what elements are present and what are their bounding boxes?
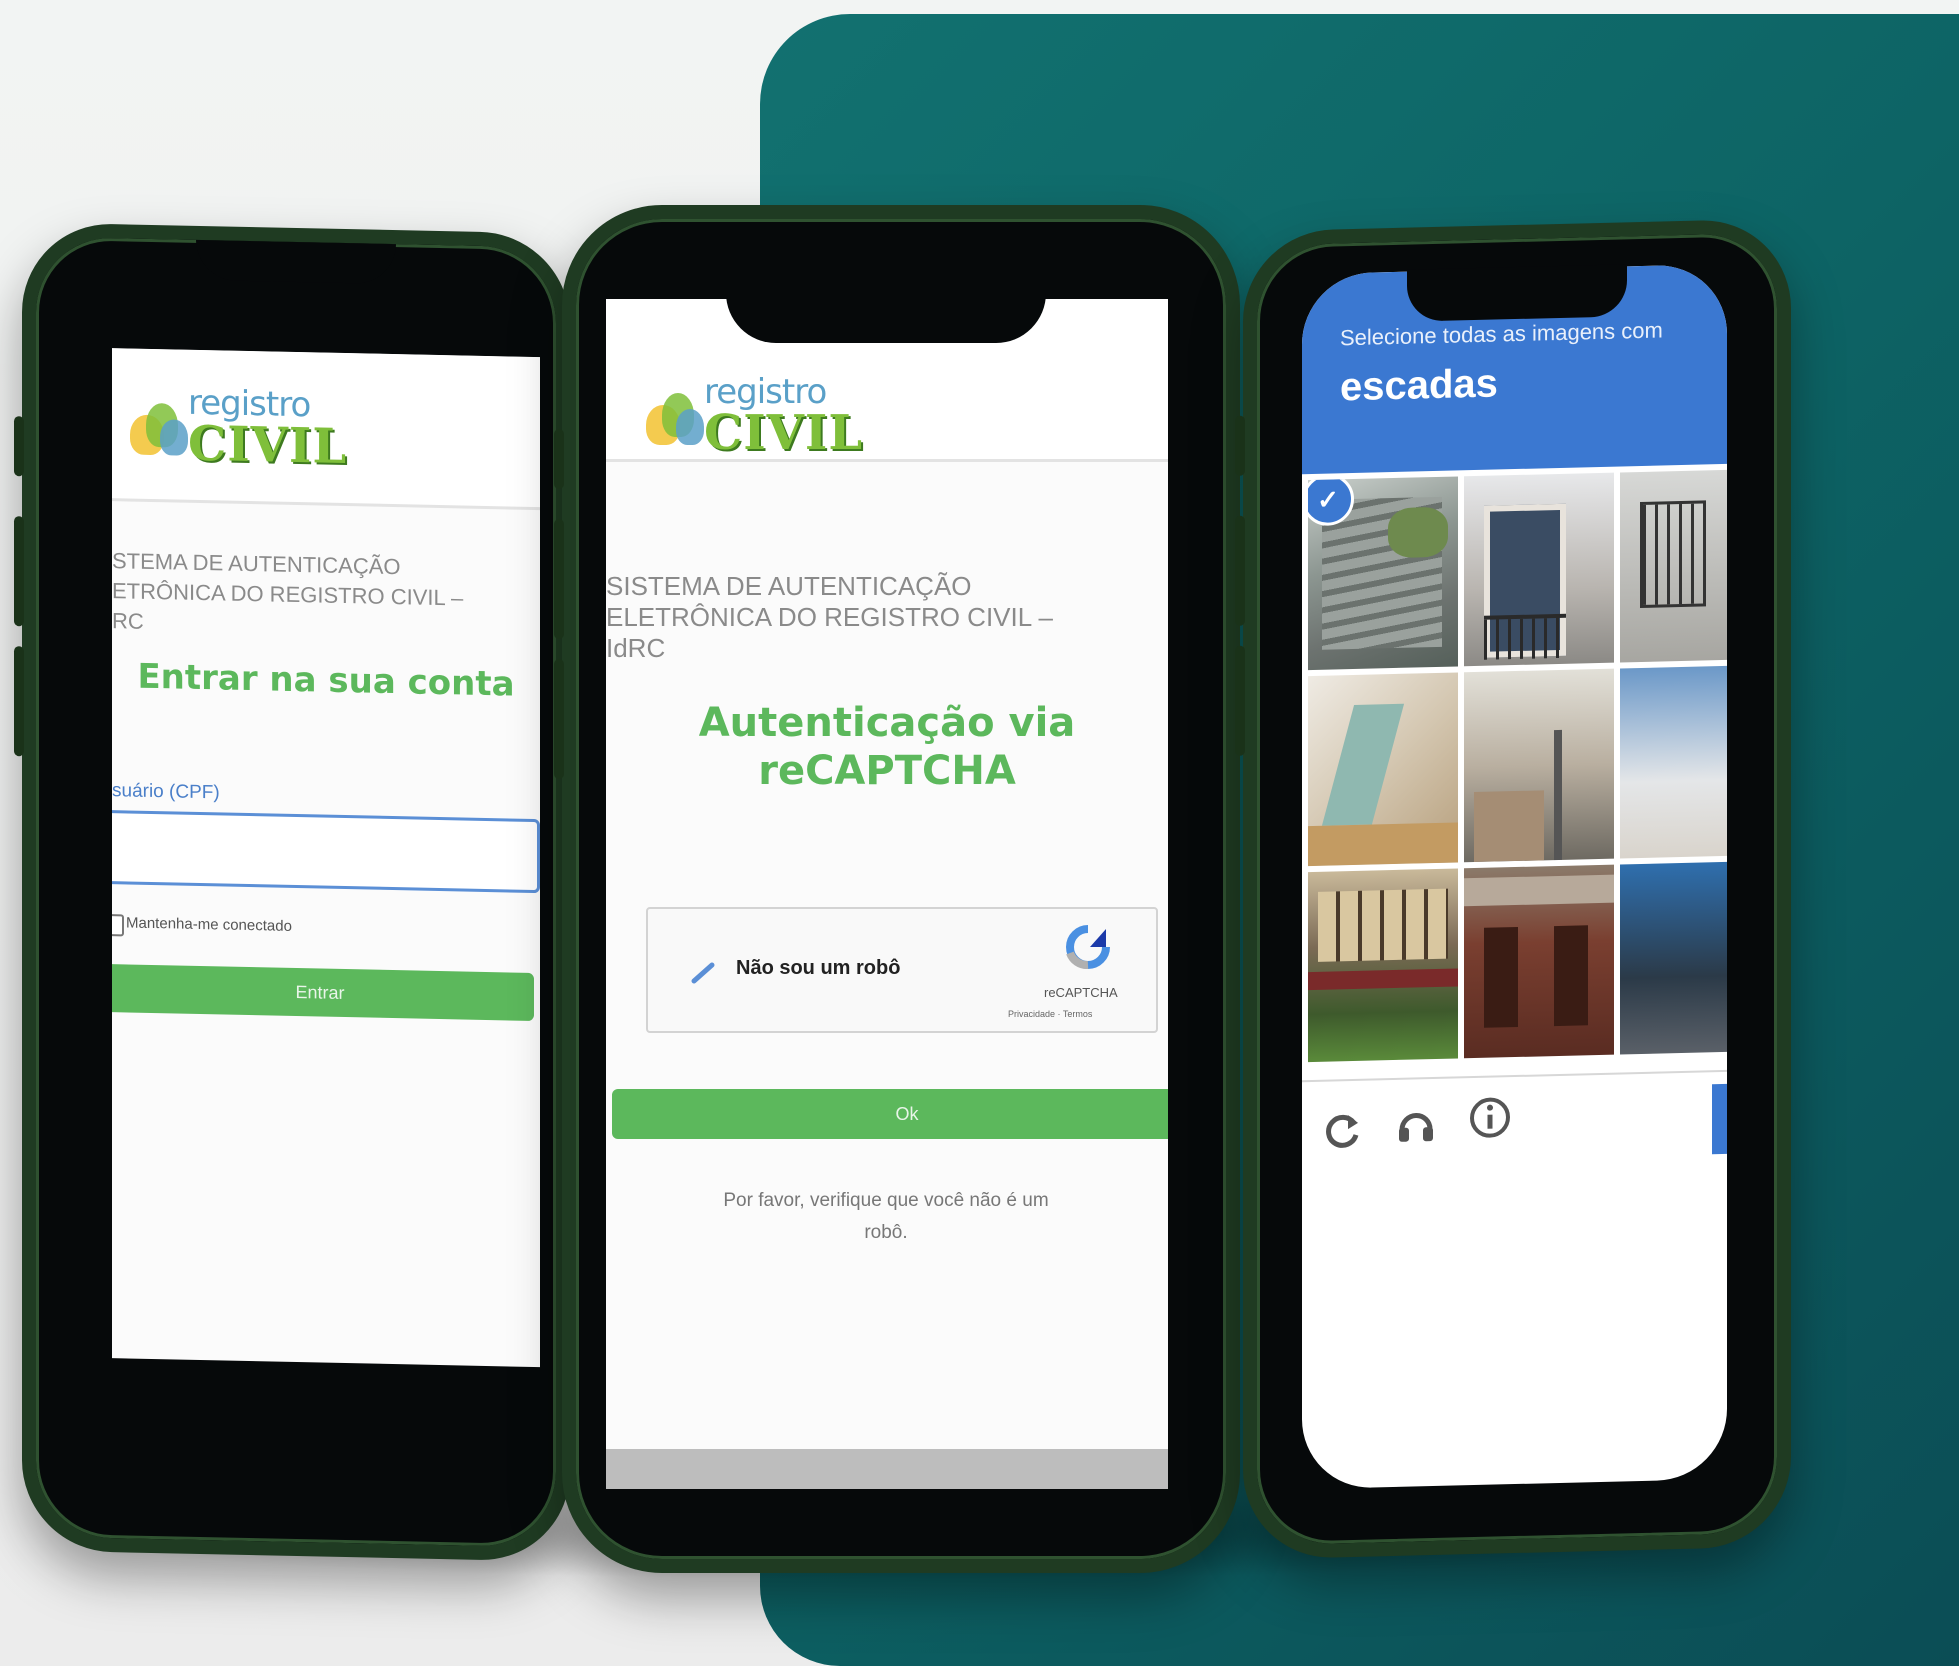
- phone-notch: [726, 257, 1046, 343]
- phone-volume-down: [1235, 645, 1245, 756]
- captcha-image-grid: ✓: [1308, 468, 1727, 1063]
- recaptcha-widget: Não sou um robô reCAPTCHA Privacidade · …: [646, 907, 1158, 1033]
- captcha-tile[interactable]: [1464, 668, 1614, 863]
- captcha-target-word: escadas: [1340, 361, 1498, 410]
- logo-text-top: registro: [704, 372, 827, 412]
- recaptcha-label: Não sou um robô: [736, 957, 901, 979]
- ok-button[interactable]: Ok: [612, 1089, 1168, 1139]
- headphones-icon[interactable]: [1394, 1101, 1438, 1146]
- phone-mute-switch: [14, 416, 24, 477]
- phone-volume-down: [554, 659, 564, 779]
- phone-mute-switch: [554, 429, 564, 489]
- captcha-tile[interactable]: [1464, 864, 1614, 1059]
- hands-logo-icon: [126, 396, 196, 467]
- info-icon[interactable]: [1468, 1095, 1512, 1140]
- captcha-tile[interactable]: [1308, 672, 1458, 867]
- captcha-tile[interactable]: [1620, 468, 1727, 663]
- system-title: STEMA DE AUTENTICAÇÃO ETRÔNICA DO REGIST…: [112, 548, 464, 634]
- captcha-footer-divider: [1302, 1069, 1727, 1083]
- browser-bottom-bar: [606, 1449, 1168, 1489]
- phone-volume-down: [14, 646, 24, 757]
- phone-volume-up: [14, 516, 24, 627]
- recaptcha-checkbox-icon[interactable]: [690, 959, 718, 987]
- phone-recaptcha: registro CIVIL SISTEMA DE AUTENTICAÇÃO E…: [554, 205, 1240, 1573]
- phone-volume-up: [1235, 515, 1245, 626]
- recaptcha-screen: registro CIVIL SISTEMA DE AUTENTICAÇÃO E…: [606, 299, 1168, 1489]
- captcha-tile[interactable]: ✓: [1308, 476, 1458, 671]
- login-submit-button[interactable]: Entrar: [112, 964, 534, 1021]
- captcha-tile[interactable]: [1464, 472, 1614, 667]
- verify-button[interactable]: [1712, 1083, 1727, 1155]
- recaptcha-privacy-terms[interactable]: Privacidade · Termos: [1008, 1009, 1092, 1019]
- verify-message: Por favor, verifique que você não é um r…: [723, 1190, 1049, 1243]
- cpf-input[interactable]: [112, 810, 540, 894]
- phone-volume-up: [554, 519, 564, 639]
- logo-text-bottom: CIVIL: [188, 415, 348, 476]
- reload-icon[interactable]: [1320, 1109, 1364, 1154]
- cpf-label: suário (CPF): [112, 780, 220, 804]
- phone-mute-switch: [1235, 415, 1245, 476]
- keep-connected-label: Mantenha-me conectado: [126, 914, 292, 935]
- logo-text-bottom: CIVIL: [704, 405, 864, 461]
- system-title: SISTEMA DE AUTENTICAÇÃO ELETRÔNICA DO RE…: [606, 571, 1053, 663]
- captcha-tile[interactable]: [1308, 868, 1458, 1063]
- phone-notch: [196, 239, 396, 285]
- phone-captcha-challenge: Selecione todas as imagens com escadas ✓: [1235, 218, 1791, 1560]
- registro-civil-logo: registro CIVIL: [126, 383, 348, 476]
- app-header: registro CIVIL: [112, 348, 540, 511]
- captcha-tile[interactable]: [1620, 860, 1727, 1055]
- login-heading: Entrar na sua conta: [137, 656, 515, 705]
- recaptcha-brand: reCAPTCHA: [1044, 985, 1118, 1000]
- recaptcha-heading: Autenticação via reCAPTCHA: [606, 699, 1168, 795]
- captcha-instruction: Selecione todas as imagens com: [1340, 317, 1663, 351]
- phone-login: registro CIVIL STEMA DE AUTENTICAÇÃO ETR…: [14, 222, 570, 1562]
- phone-notch: [1407, 264, 1627, 322]
- keep-connected-checkbox[interactable]: [112, 913, 124, 937]
- captcha-challenge-screen: Selecione todas as imagens com escadas ✓: [1302, 263, 1727, 1490]
- captcha-tile[interactable]: [1620, 664, 1727, 859]
- registro-civil-logo: registro CIVIL: [642, 375, 863, 457]
- recaptcha-heading-line1: Autenticação via: [698, 700, 1076, 746]
- login-screen: registro CIVIL STEMA DE AUTENTICAÇÃO ETR…: [112, 348, 540, 1368]
- recaptcha-logo-icon: [1066, 925, 1110, 969]
- recaptcha-heading-line2: reCAPTCHA: [758, 748, 1016, 794]
- hands-logo-icon: [642, 387, 712, 457]
